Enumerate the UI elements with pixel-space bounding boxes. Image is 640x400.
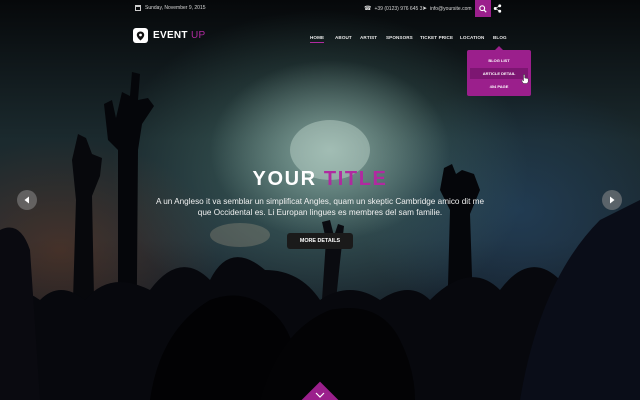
share-icon[interactable] (493, 4, 502, 13)
hand-cursor-icon (521, 74, 529, 84)
blog-dropdown-menu: BLOG LIST ARTICLE DETAIL 404 PAGE (467, 46, 531, 96)
hero-description-line2: que Occidental es. Li Europan lingues es… (197, 208, 443, 217)
search-icon (479, 4, 487, 13)
search-button[interactable] (475, 0, 491, 17)
hero-description: A un Angleso it va semblar un simplifica… (125, 196, 515, 218)
paper-plane-icon: ➤ (422, 6, 428, 12)
date-text: Sunday, November 9, 2015 (145, 5, 206, 11)
nav-blog[interactable]: BLOG (493, 35, 507, 40)
dropdown-item-404-page[interactable]: 404 PAGE (470, 81, 528, 92)
date-info: Sunday, November 9, 2015 (135, 5, 206, 11)
nav-sponsors[interactable]: SPONSORS (386, 35, 413, 40)
calendar-icon (135, 5, 141, 11)
main-nav: HOME ABOUT ARTIST SPONSORS TICKET PRICE … (0, 35, 640, 43)
slider-next-button[interactable] (602, 190, 622, 210)
nav-location[interactable]: LOCATION (460, 35, 484, 40)
nav-ticket-price[interactable]: TICKET PRICE (420, 35, 453, 40)
nav-about[interactable]: ABOUT (335, 35, 352, 40)
more-details-button[interactable]: MORE DETAILS (287, 233, 353, 249)
dropdown-item-blog-list[interactable]: BLOG LIST (470, 55, 528, 66)
chevron-left-icon (24, 196, 29, 204)
email-text[interactable]: info@yoursite.com (430, 6, 471, 12)
phone-text: +39 (0123) 976 645 3 (374, 5, 423, 12)
email-info[interactable]: ➤ info@yoursite.com (422, 5, 472, 13)
hero-description-line1: A un Angleso it va semblar un simplifica… (155, 197, 485, 206)
chevron-right-icon (610, 196, 615, 204)
phone-icon: ☎ (364, 6, 372, 12)
hero-title-word2: TITLE (323, 168, 388, 190)
hero-title: YOUR TITLE (0, 168, 640, 191)
dropdown-item-article-detail[interactable]: ARTICLE DETAIL (470, 68, 528, 79)
hero-title-word1: YOUR (252, 168, 317, 190)
nav-home[interactable]: HOME (310, 35, 325, 43)
chevron-down-icon (315, 392, 325, 398)
nav-artist[interactable]: ARTIST (360, 35, 377, 40)
slider-prev-button[interactable] (17, 190, 37, 210)
phone-info: ☎ +39 (0123) 976 645 3 (364, 5, 423, 13)
top-bar: Sunday, November 9, 2015 ☎ +39 (0123) 97… (0, 0, 640, 18)
